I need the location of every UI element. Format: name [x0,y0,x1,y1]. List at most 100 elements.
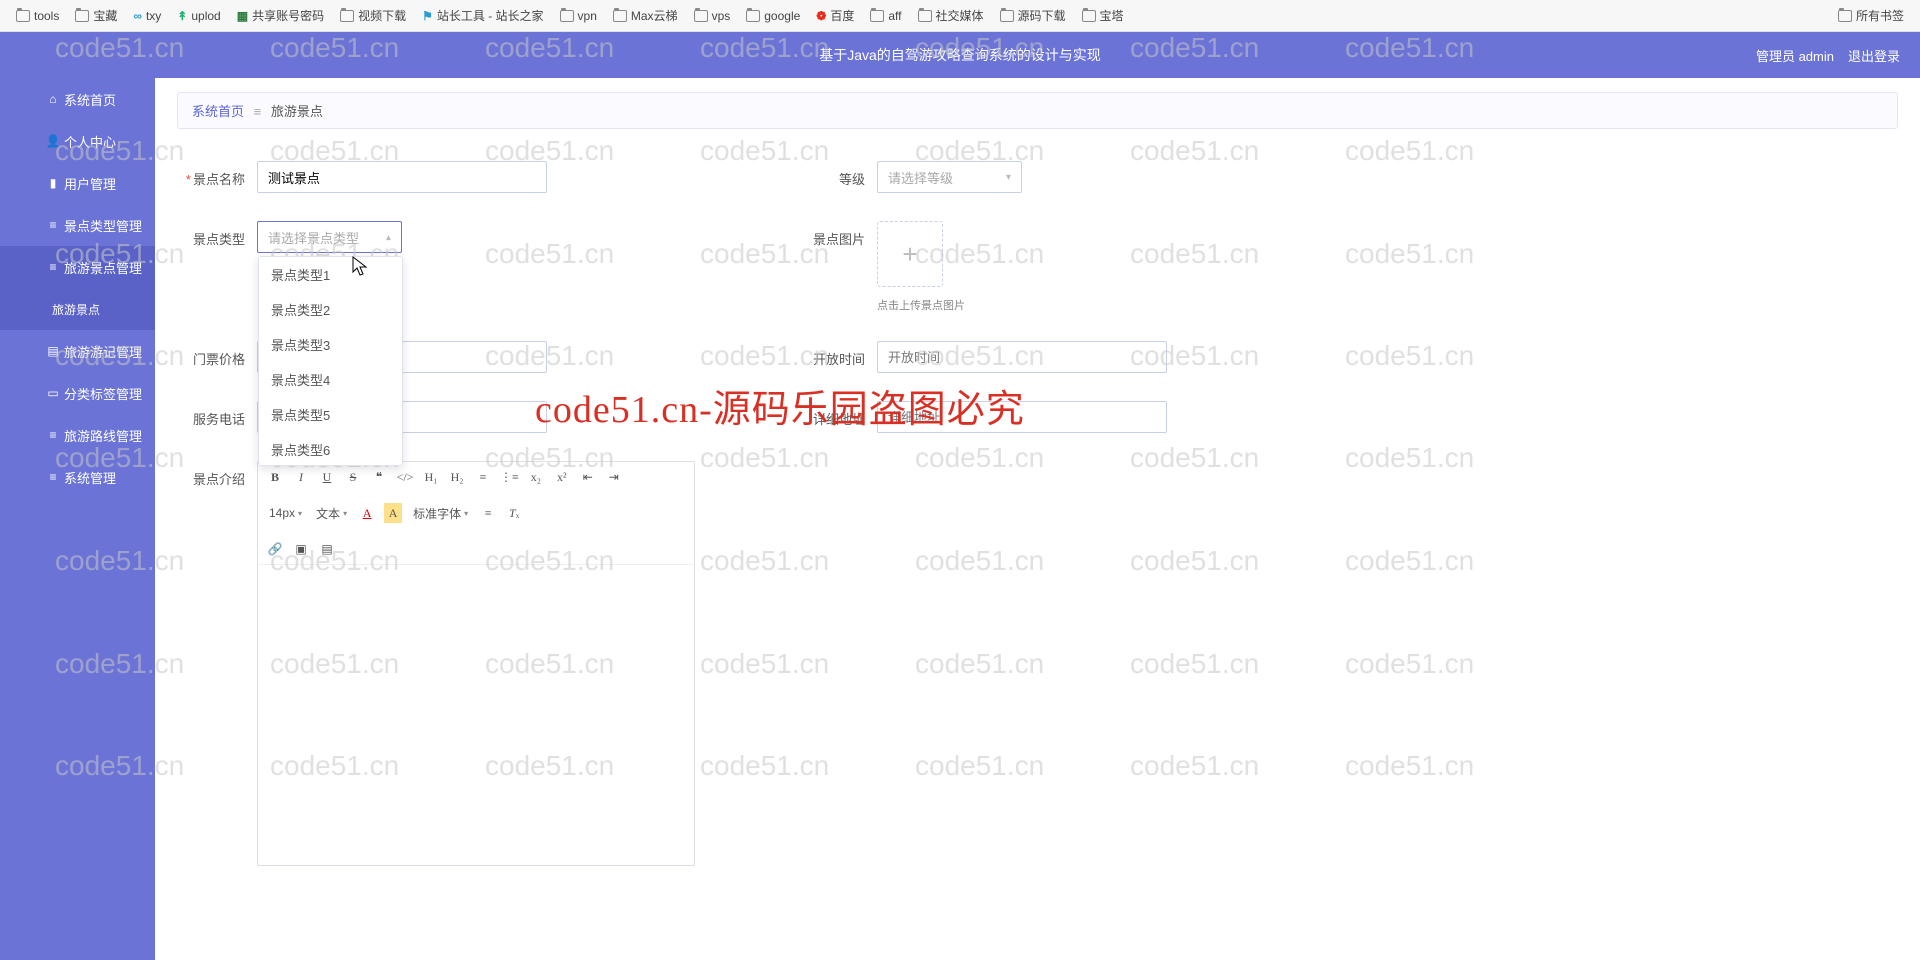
sub-button[interactable]: x₂ [527,467,545,487]
sup-button[interactable]: x² [553,467,571,487]
folder-icon [16,10,30,22]
addr-input[interactable] [877,401,1167,433]
time-input[interactable] [877,341,1167,373]
breadcrumb-home[interactable]: 系统首页 [192,104,244,119]
field-time: 开放时间 [797,341,1377,373]
folder-icon [870,10,884,22]
indent-right-button[interactable]: ⇥ [605,467,623,487]
field-name: *景点名称 [177,161,757,193]
chevron-down-icon: ▾ [1006,172,1011,183]
fontfamily-select[interactable]: 标准字体▾ [410,505,471,522]
bookmark-tools[interactable]: tools [16,9,59,23]
folder-icon [75,10,89,22]
sidebar-item-系统管理[interactable]: ≡ 系统管理 [0,456,155,498]
image-button[interactable]: ▣ [292,539,310,559]
bookmark-uplod[interactable]: ↟uplod [177,9,220,23]
sidebar-item-用户管理[interactable]: ▮用户管理 [0,162,155,204]
doc-icon: ▤ [46,344,60,358]
sidebar-item-系统首页[interactable]: ⌂ 系统首页 [0,78,155,120]
bookmark-share[interactable]: ▦共享账号密码 [237,7,324,24]
type-option[interactable]: 景点类型6 [259,432,402,466]
user-icon: 👤 [46,134,60,148]
type-option[interactable]: 景点类型5 [259,397,402,432]
sidebar-item-分类标签管理[interactable]: ▭分类标签管理 [0,372,155,414]
editor-body[interactable] [258,565,694,865]
bookmark-google[interactable]: google [746,9,800,23]
image-upload[interactable]: + [877,221,943,287]
bookmark-baozang[interactable]: 宝藏 [75,7,117,24]
sidebar-item-旅游景点[interactable]: 旅游景点 [0,288,155,330]
type-option[interactable]: 景点类型3 [259,327,402,362]
bookmark-vpn[interactable]: vpn [560,9,597,23]
ulist-button[interactable]: ⋮≡ [500,467,519,487]
sidebar-item-label: 系统首页 [64,90,116,109]
chat-icon: ▭ [46,386,60,400]
fontstyle-select[interactable]: 文本▾ [313,505,350,522]
level-select[interactable]: 请选择等级 ▾ [877,161,1022,193]
bookmark-src[interactable]: 源码下载 [1000,7,1066,24]
field-intro: 景点介绍 B I U S ❝ </> H₁ H₂ ≡ ⋮≡ x₂ x² [177,461,757,866]
chevron-up-icon: ▾ [386,232,391,243]
bookmark-txy[interactable]: ∞txy [133,9,161,23]
bookmark-baota[interactable]: 宝塔 [1082,7,1124,24]
link-button[interactable]: 🔗 [266,539,284,559]
sidebar-item-景点类型管理[interactable]: ≡景点类型管理 [0,204,155,246]
field-level: 等级 请选择等级 ▾ [797,161,1377,193]
type-option[interactable]: 景点类型2 [259,292,402,327]
bookmark-baidu[interactable]: ❁百度 [816,7,854,24]
sidebar-item-旅游游记管理[interactable]: ▤ 旅游游记管理 [0,330,155,372]
bookmark-aff[interactable]: aff [870,9,901,23]
folder-icon [694,10,708,22]
code-button[interactable]: </> [396,467,414,487]
fontsize-select[interactable]: 14px▾ [266,506,305,520]
type-select[interactable]: 请选择景点类型 ▾ 景点类型1景点类型2景点类型3景点类型4景点类型5景点类型6… [257,221,402,253]
clear-format-button[interactable]: Tₓ [505,503,523,523]
olist-button[interactable]: ≡ [474,467,492,487]
sidebar-item-旅游景点管理[interactable]: ≡旅游景点管理 [0,246,155,288]
user-role[interactable]: 管理员 admin [1756,46,1834,65]
bookmark-max[interactable]: Max云梯 [613,7,678,24]
bookmark-zztool[interactable]: ⚑站长工具 - 站长之家 [422,7,543,24]
font-color-button[interactable]: A [358,503,376,523]
cloud-icon: ∞ [133,9,142,23]
sidebar-item-旅游路线管理[interactable]: ≡旅游路线管理 [0,414,155,456]
name-input[interactable] [257,161,547,193]
tool-icon: ⚑ [422,9,433,23]
upload-icon: ↟ [177,9,187,23]
bookmark-all[interactable]: 所有书签 [1838,7,1904,24]
indent-left-button[interactable]: ⇤ [579,467,597,487]
bookmark-social[interactable]: 社交媒体 [918,7,984,24]
logout-link[interactable]: 退出登录 [1848,46,1900,65]
type-option[interactable]: 景点类型1 [259,257,402,292]
bg-color-button[interactable]: A [384,503,402,523]
sidebar-item-个人中心[interactable]: 👤个人中心 [0,120,155,162]
bookmark-vps[interactable]: vps [694,9,731,23]
strike-button[interactable]: S [344,467,362,487]
sidebar-item-label: 系统管理 [64,468,116,487]
sidebar-item-label: 景点类型管理 [64,216,142,235]
main-content: 系统首页 ≡ 旅游景点 *景点名称 等级 请选择等级 ▾ 景点类型 请选择 [155,78,1920,960]
folder-icon [1838,10,1852,22]
type-option[interactable]: 景点类型4 [259,362,402,397]
sidebar-item-label: 用户管理 [64,174,116,193]
page-title: 基于Java的自驾游攻略查询系统的设计与实现 [819,45,1101,65]
list-icon: ≡ [46,428,60,442]
h1-button[interactable]: H₁ [422,467,440,487]
list-icon: ≡ [46,260,60,274]
sidebar-item-label: 旅游游记管理 [64,342,142,361]
type-dropdown: 景点类型1景点类型2景点类型3景点类型4景点类型5景点类型6景点类型7 [258,256,403,466]
video-button[interactable]: ▤ [318,539,336,559]
h2-button[interactable]: H₂ [448,467,466,487]
home-icon: ⌂ [46,92,60,106]
bold-button[interactable]: B [266,467,284,487]
folder-icon [1082,10,1096,22]
align-button[interactable]: ≡ [479,503,497,523]
baidu-icon: ❁ [816,9,826,23]
quote-button[interactable]: ❝ [370,467,388,487]
folder-icon [918,10,932,22]
list-icon: ≡ [46,470,60,484]
bookmark-video[interactable]: 视频下载 [340,7,406,24]
underline-button[interactable]: U [318,467,336,487]
field-type: 景点类型 请选择景点类型 ▾ 景点类型1景点类型2景点类型3景点类型4景点类型5… [177,221,757,313]
italic-button[interactable]: I [292,467,310,487]
